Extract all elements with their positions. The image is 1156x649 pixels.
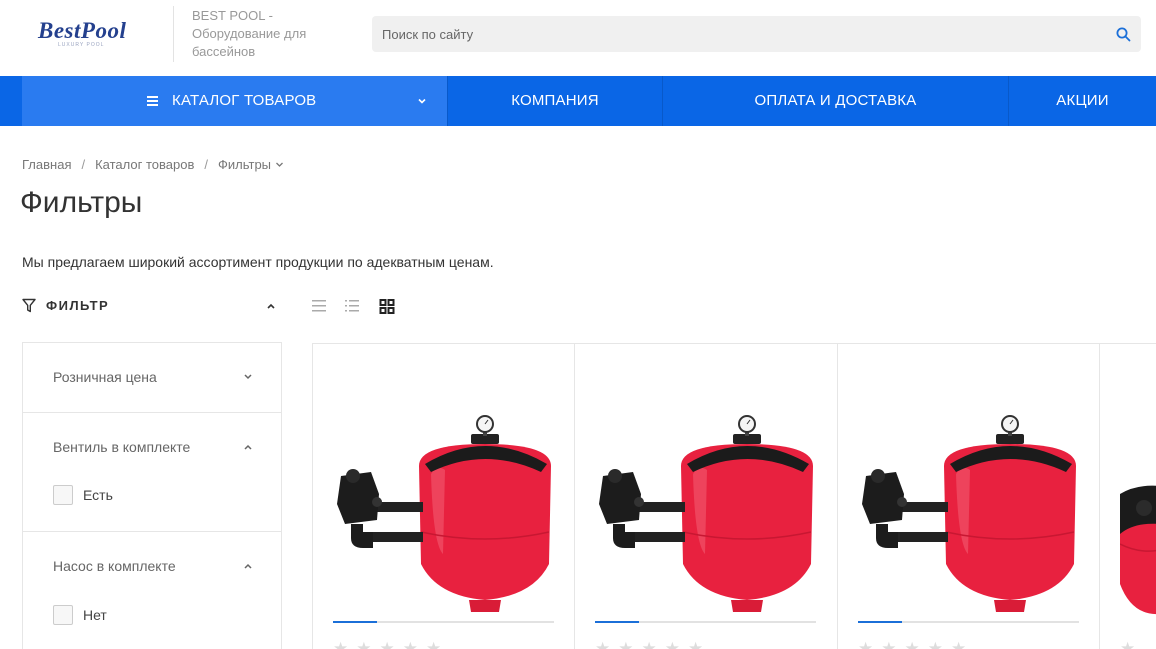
view-detail-icon[interactable] — [344, 298, 360, 314]
breadcrumb-separator: / — [204, 157, 208, 172]
search-icon — [1116, 27, 1130, 41]
view-grid-icon[interactable] — [379, 298, 395, 314]
nav-catalog-label: КАТАЛОГ ТОВАРОВ — [172, 92, 317, 109]
site-tagline: BEST POOL - Оборудование для бассейнов — [192, 8, 307, 59]
chevron-up-icon[interactable] — [243, 443, 253, 451]
star-icon: ★ — [904, 639, 920, 649]
star-icon: ★ — [1120, 639, 1136, 649]
breadcrumb: Главная / Каталог товаров / Фильтры — [22, 157, 284, 172]
view-switcher — [311, 298, 401, 314]
star-icon: ★ — [858, 639, 874, 649]
star-icon: ★ — [951, 639, 967, 649]
breadcrumb-catalog[interactable]: Каталог товаров — [95, 157, 194, 172]
product-card[interactable]: ★ ★ ★ ★ ★ — [312, 344, 575, 649]
chevron-down-icon[interactable] — [275, 160, 284, 169]
image-slider-indicator — [595, 621, 816, 623]
chevron-up-icon[interactable] — [266, 302, 276, 310]
logo-text: BestPool — [38, 18, 127, 43]
filter-header[interactable]: ФИЛЬТР — [22, 297, 280, 317]
filter-section-title[interactable]: Насос в комплекте — [53, 558, 176, 574]
chevron-down-icon — [418, 98, 426, 104]
checkbox-label[interactable]: Есть — [83, 487, 113, 503]
page-title: Фильтры — [20, 186, 143, 219]
star-icon: ★ — [927, 639, 943, 649]
product-grid: ★ ★ ★ ★ ★ ★ ★ ★ ★ ★ ★ ★ ★ ★ ★ ★ — [312, 343, 1156, 649]
star-icon: ★ — [688, 639, 704, 649]
star-icon: ★ — [881, 639, 897, 649]
product-card[interactable]: ★ ★ ★ ★ ★ — [574, 344, 837, 649]
nav-catalog[interactable]: КАТАЛОГ ТОВАРОВ — [22, 76, 447, 126]
rating-stars: ★ ★ ★ ★ ★ — [595, 640, 703, 649]
star-icon: ★ — [595, 639, 611, 649]
search-box — [372, 16, 1141, 52]
filter-panel: Розничная цена Вентиль в комплекте Есть … — [22, 342, 282, 649]
breadcrumb-separator: / — [81, 157, 86, 172]
rating-stars: ★ ★ ★ ★ ★ — [858, 640, 966, 649]
star-icon: ★ — [379, 639, 395, 649]
product-card[interactable]: ★ — [1099, 344, 1156, 649]
star-icon: ★ — [618, 639, 634, 649]
checkbox-label[interactable]: Нет — [83, 607, 107, 623]
star-icon: ★ — [664, 639, 680, 649]
rating-stars: ★ ★ ★ ★ ★ — [333, 640, 441, 649]
star-icon: ★ — [426, 639, 442, 649]
checkbox-pump-no[interactable] — [53, 605, 73, 625]
header-divider — [173, 6, 174, 62]
star-icon: ★ — [333, 639, 349, 649]
view-list-icon[interactable] — [311, 298, 327, 314]
product-image[interactable] — [1120, 484, 1156, 624]
category-description: Мы предлагаем широкий ассортимент продук… — [22, 254, 494, 270]
logo-subtext: LUXURY POOL — [58, 42, 105, 48]
filter-section-title[interactable]: Вентиль в комплекте — [53, 439, 190, 455]
nav-company[interactable]: КОМПАНИЯ — [447, 76, 662, 126]
breadcrumb-current[interactable]: Фильтры — [218, 157, 271, 172]
product-card[interactable]: ★ ★ ★ ★ ★ — [837, 344, 1100, 649]
star-icon: ★ — [356, 639, 372, 649]
checkbox-valve-yes[interactable] — [53, 485, 73, 505]
rating-stars: ★ — [1120, 640, 1135, 649]
product-image[interactable] — [333, 414, 553, 614]
nav-promo[interactable]: АКЦИИ — [1008, 76, 1156, 126]
filter-section-valve: Вентиль в комплекте Есть — [23, 413, 281, 532]
product-image[interactable] — [595, 414, 815, 614]
filter-section-pump: Насос в комплекте Нет — [23, 532, 281, 649]
main-nav: КАТАЛОГ ТОВАРОВ КОМПАНИЯ ОПЛАТА И ДОСТАВ… — [0, 76, 1156, 126]
nav-payment-delivery[interactable]: ОПЛАТА И ДОСТАВКА — [662, 76, 1008, 126]
breadcrumb-home[interactable]: Главная — [22, 157, 71, 172]
image-slider-indicator — [858, 621, 1079, 623]
menu-icon — [147, 96, 158, 106]
filter-icon — [22, 298, 36, 313]
filter-title: ФИЛЬТР — [46, 298, 110, 313]
image-slider-indicator — [333, 621, 554, 623]
chevron-down-icon[interactable] — [243, 373, 253, 381]
filter-section-price: Розничная цена — [23, 343, 281, 413]
search-button[interactable] — [1105, 16, 1141, 52]
star-icon: ★ — [641, 639, 657, 649]
site-header: BestPool LUXURY POOL BEST POOL - Оборудо… — [0, 0, 1156, 76]
search-input[interactable] — [372, 16, 1102, 52]
star-icon: ★ — [402, 639, 418, 649]
product-image[interactable] — [858, 414, 1078, 614]
chevron-up-icon[interactable] — [243, 562, 253, 570]
filter-section-title[interactable]: Розничная цена — [53, 369, 157, 385]
site-logo[interactable]: BestPool LUXURY POOL — [38, 18, 148, 58]
